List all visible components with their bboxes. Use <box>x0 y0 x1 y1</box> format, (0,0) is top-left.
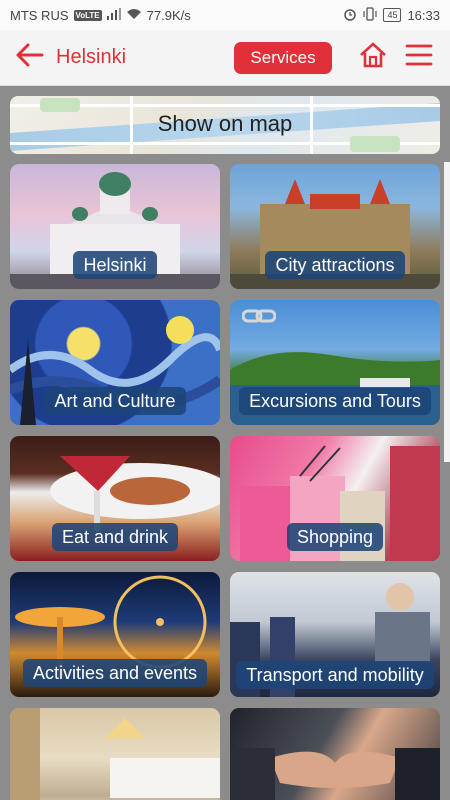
tile-business[interactable] <box>230 708 440 800</box>
tile-activities-and-events[interactable]: Activities and events <box>10 572 220 697</box>
tile-art-and-culture[interactable]: Art and Culture <box>10 300 220 425</box>
menu-button[interactable] <box>402 41 436 75</box>
tile-label: Helsinki <box>73 251 157 279</box>
tile-label: Transport and mobility <box>236 661 434 689</box>
services-button[interactable]: Services <box>234 41 332 74</box>
tile-label: Eat and drink <box>51 523 179 551</box>
signal-icon <box>106 7 121 23</box>
tile-accommodation[interactable] <box>10 708 220 800</box>
hamburger-menu-icon <box>405 43 433 72</box>
home-icon <box>358 42 388 73</box>
tile-label: Art and Culture <box>44 387 186 415</box>
scrollbar[interactable] <box>444 162 450 462</box>
clock: 16:33 <box>407 7 440 23</box>
back-button[interactable] <box>10 38 50 78</box>
tile-shopping[interactable]: Shopping <box>230 436 440 561</box>
status-bar: MTS RUS VoLTE 77.9K/s 45 16:33 <box>0 0 450 30</box>
tile-label: City attractions <box>265 251 405 279</box>
show-on-map-banner[interactable]: Show on map <box>10 96 440 154</box>
home-button[interactable] <box>356 41 390 75</box>
handshake-illustration <box>230 748 440 800</box>
map-park <box>40 98 80 112</box>
volte-badge: VoLTE <box>73 9 102 21</box>
alarm-icon <box>343 7 357 24</box>
tile-excursions-and-tours[interactable]: Excursions and Tours <box>230 300 440 425</box>
network-speed: 77.9K/s <box>146 7 191 23</box>
category-grid: Show on map Helsinki City attractions Ar… <box>0 87 450 800</box>
hotel-room-illustration <box>10 708 220 800</box>
page-title: Helsinki <box>56 46 127 68</box>
tile-transport-and-mobility[interactable]: Transport and mobility <box>230 572 440 697</box>
show-on-map-label: Show on map <box>157 111 293 136</box>
tile-label: Shopping <box>286 523 384 551</box>
battery-indicator: 45 <box>383 8 402 22</box>
app-header: Helsinki Services <box>0 30 450 86</box>
wifi-icon <box>126 8 142 23</box>
tile-eat-and-drink[interactable]: Eat and drink <box>10 436 220 561</box>
tile-label: Activities and events <box>22 659 208 687</box>
tile-helsinki[interactable]: Helsinki <box>10 164 220 289</box>
arrow-left-icon <box>16 43 44 72</box>
tile-city-attractions[interactable]: City attractions <box>230 164 440 289</box>
carrier-label: MTS RUS <box>10 7 69 23</box>
tile-label: Excursions and Tours <box>239 387 431 415</box>
map-park <box>350 136 400 152</box>
vibrate-icon <box>363 6 378 24</box>
